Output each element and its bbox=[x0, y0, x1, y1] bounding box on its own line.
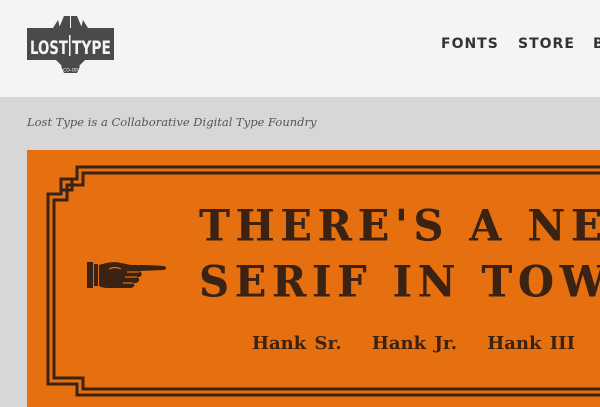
logo-text-lost: LOST bbox=[30, 37, 68, 59]
nav-fonts[interactable]: FONTS bbox=[441, 36, 499, 52]
logo-text-coop: CO-OP bbox=[63, 68, 78, 74]
pointing-hand-icon bbox=[87, 262, 166, 288]
typeface-family-list: Hank Sr. Hank Jr. Hank III bbox=[252, 333, 597, 354]
family-hank-iii: Hank III bbox=[487, 333, 576, 354]
hank-promo-banner[interactable]: THERE'S A NEW SERIF IN TOWN Hank Sr. Han… bbox=[27, 150, 600, 407]
nav-store[interactable]: STORE bbox=[518, 36, 575, 52]
nav-blog[interactable]: B bbox=[593, 36, 600, 52]
logo-badge: LOST TYPE CO-OP bbox=[27, 16, 114, 74]
banner-headline-line2: SERIF IN TOWN bbox=[199, 256, 600, 308]
site-header: LOST TYPE CO-OP FONTS STORE B bbox=[0, 0, 600, 97]
site-tagline: Lost Type is a Collaborative Digital Typ… bbox=[27, 115, 317, 129]
logo-text-type: TYPE bbox=[72, 37, 111, 59]
family-hank-jr: Hank Jr. bbox=[371, 333, 457, 354]
family-hank-sr: Hank Sr. bbox=[252, 333, 342, 354]
banner-headline-line1: THERE'S A NEW bbox=[199, 200, 600, 252]
lost-type-logo[interactable]: LOST TYPE CO-OP bbox=[27, 16, 114, 74]
